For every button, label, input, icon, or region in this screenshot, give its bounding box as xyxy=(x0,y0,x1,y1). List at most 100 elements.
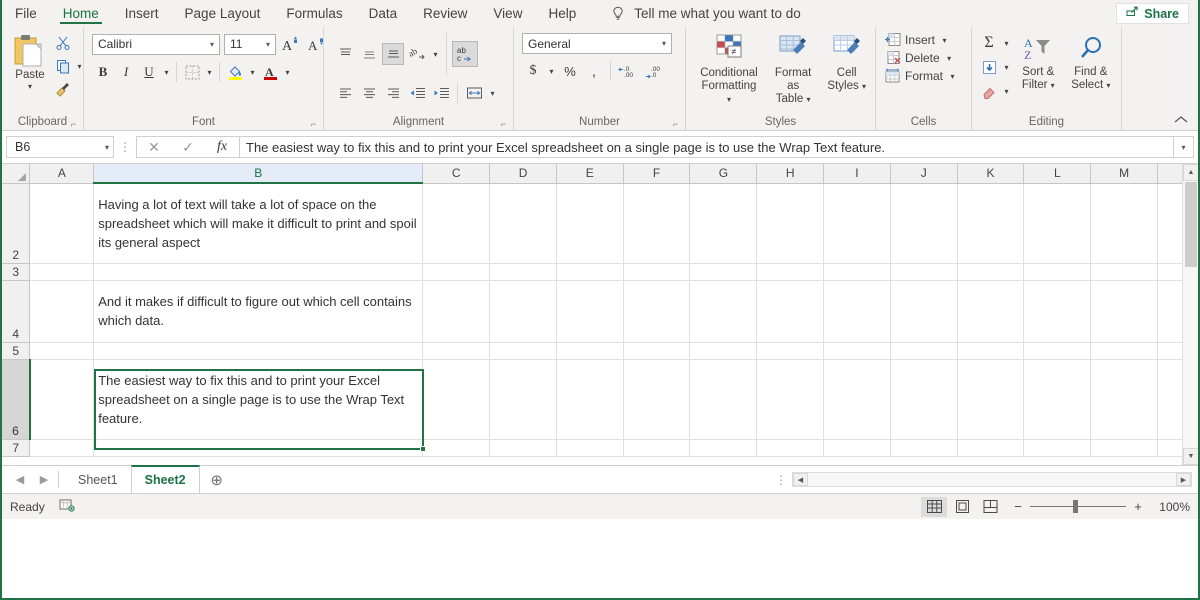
page-layout-view-button[interactable] xyxy=(949,497,975,517)
cell-H7[interactable] xyxy=(756,439,825,457)
cell-A3[interactable] xyxy=(29,263,95,281)
column-header-M[interactable]: M xyxy=(1090,164,1158,184)
row-header-6[interactable]: 6 xyxy=(2,359,31,440)
cell-J4[interactable] xyxy=(890,280,958,343)
font-dialog-launcher[interactable]: ⌐ xyxy=(309,120,318,129)
cell-H3[interactable] xyxy=(756,263,825,281)
cell-C5[interactable] xyxy=(422,342,491,360)
cell-E6[interactable] xyxy=(556,359,624,440)
number-dialog-launcher[interactable]: ⌐ xyxy=(671,120,680,129)
row-header-4[interactable]: 4 xyxy=(2,280,31,343)
normal-view-button[interactable] xyxy=(921,496,947,517)
cell-I6[interactable] xyxy=(823,359,891,440)
ribbon-tab-data[interactable]: Data xyxy=(356,0,411,27)
borders-dropdown-chevron-icon[interactable]: ▾ xyxy=(204,68,215,77)
cell-J3[interactable] xyxy=(890,263,958,281)
cell-D6[interactable] xyxy=(489,359,557,440)
cell-C7[interactable] xyxy=(422,439,491,457)
cell-B2[interactable]: Having a lot of text will take a lot of … xyxy=(93,183,424,264)
merge-dropdown-chevron-icon[interactable]: ▾ xyxy=(487,89,498,98)
comma-style-button[interactable]: , xyxy=(583,60,605,82)
orientation-button[interactable]: ab xyxy=(406,43,428,65)
find-and-select-button[interactable]: Find & Select ▾ xyxy=(1065,32,1117,95)
autosum-dropdown-chevron-icon[interactable]: ▾ xyxy=(1001,39,1012,48)
cell-C2[interactable] xyxy=(422,183,491,264)
cell-M6[interactable] xyxy=(1090,359,1158,440)
row-header-3[interactable]: 3 xyxy=(2,263,31,281)
cell-E4[interactable] xyxy=(556,280,624,343)
increase-indent-button[interactable] xyxy=(430,82,452,104)
cell-F4[interactable] xyxy=(623,280,691,343)
paste-button[interactable]: Paste ▾ xyxy=(8,30,52,94)
column-header-B[interactable]: B xyxy=(93,164,424,184)
cell-H4[interactable] xyxy=(756,280,825,343)
font-name-combo[interactable]: Calibri ▾ xyxy=(92,33,220,55)
cell-G3[interactable] xyxy=(689,263,758,281)
underline-button[interactable]: U xyxy=(138,61,160,83)
scroll-down-button[interactable]: ▼ xyxy=(1183,448,1198,465)
format-as-table-button[interactable]: Format as Table ▾ xyxy=(766,31,820,109)
row-header-5[interactable]: 5 xyxy=(2,342,31,360)
scroll-left-button[interactable]: ◀ xyxy=(793,473,808,486)
select-all-corner[interactable] xyxy=(2,164,31,184)
align-bottom-button[interactable] xyxy=(382,43,404,65)
format-cells-button[interactable]: Format ▾ xyxy=(884,68,958,84)
zoom-slider-thumb[interactable] xyxy=(1073,500,1078,513)
cell-L5[interactable] xyxy=(1023,342,1092,360)
cell-C3[interactable] xyxy=(422,263,491,281)
cell-F3[interactable] xyxy=(623,263,691,281)
cell-J7[interactable] xyxy=(890,439,958,457)
scroll-right-button[interactable]: ▶ xyxy=(1176,473,1191,486)
borders-button[interactable] xyxy=(181,61,203,83)
column-header-J[interactable]: J xyxy=(890,164,958,184)
cell-C4[interactable] xyxy=(422,280,491,343)
collapse-ribbon-button[interactable] xyxy=(1174,115,1188,128)
ribbon-tab-help[interactable]: Help xyxy=(535,0,589,27)
cell-L6[interactable] xyxy=(1023,359,1092,440)
font-color-dropdown-chevron-icon[interactable]: ▾ xyxy=(282,68,293,77)
column-header-E[interactable]: E xyxy=(556,164,624,184)
cell-M2[interactable] xyxy=(1090,183,1158,264)
scroll-up-button[interactable]: ▲ xyxy=(1183,164,1198,181)
ribbon-tab-view[interactable]: View xyxy=(480,0,535,27)
cell-D5[interactable] xyxy=(489,342,557,360)
cell-I4[interactable] xyxy=(823,280,891,343)
cell-B7[interactable] xyxy=(93,439,424,457)
align-center-button[interactable] xyxy=(358,82,380,104)
cell-B4[interactable]: And it makes if difficult to figure out … xyxy=(93,280,424,343)
scroll-grip[interactable]: ⋮ xyxy=(770,473,792,487)
cell-G7[interactable] xyxy=(689,439,758,457)
column-header-L[interactable]: L xyxy=(1023,164,1092,184)
decrease-indent-button[interactable] xyxy=(406,82,428,104)
cell-A6[interactable] xyxy=(29,359,95,440)
cell-M3[interactable] xyxy=(1090,263,1158,281)
insert-function-button[interactable]: fx xyxy=(205,137,239,157)
cell-M4[interactable] xyxy=(1090,280,1158,343)
cell-E2[interactable] xyxy=(556,183,624,264)
cell-L2[interactable] xyxy=(1023,183,1092,264)
cell-K4[interactable] xyxy=(957,280,1025,343)
cell-E5[interactable] xyxy=(556,342,624,360)
ribbon-tab-insert[interactable]: Insert xyxy=(112,0,172,27)
clear-dropdown-chevron-icon[interactable]: ▾ xyxy=(1001,87,1012,96)
bold-button[interactable]: B xyxy=(92,61,114,83)
cell-L3[interactable] xyxy=(1023,263,1092,281)
align-right-button[interactable] xyxy=(382,82,404,104)
share-button[interactable]: Share xyxy=(1116,3,1189,24)
autosum-button[interactable]: Σ xyxy=(978,32,1000,54)
enter-button[interactable]: ✓ xyxy=(171,137,205,157)
increase-font-size-button[interactable]: A xyxy=(280,33,302,55)
horizontal-scrollbar[interactable]: ◀ ▶ xyxy=(792,472,1192,487)
column-header-I[interactable]: I xyxy=(823,164,891,184)
expand-formula-bar-button[interactable]: ▾ xyxy=(1174,136,1194,158)
cell-G2[interactable] xyxy=(689,183,758,264)
ribbon-tab-review[interactable]: Review xyxy=(410,0,480,27)
cell-H2[interactable] xyxy=(756,183,825,264)
cell-L4[interactable] xyxy=(1023,280,1092,343)
cell-I7[interactable] xyxy=(823,439,891,457)
delete-cells-button[interactable]: Delete ▾ xyxy=(884,50,955,66)
cell-F7[interactable] xyxy=(623,439,691,457)
cell-J2[interactable] xyxy=(890,183,958,264)
cut-button[interactable] xyxy=(52,32,74,54)
fill-dropdown-chevron-icon[interactable]: ▾ xyxy=(1001,63,1012,72)
